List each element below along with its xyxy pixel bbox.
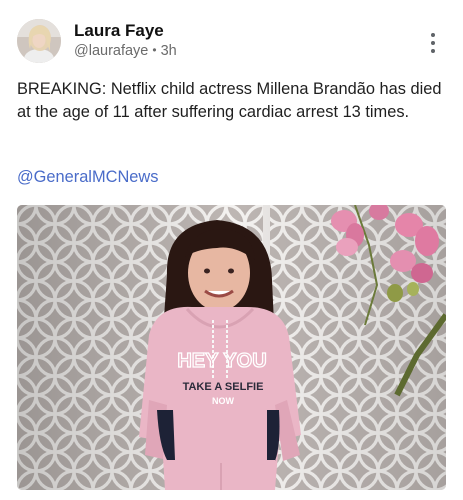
- post-time[interactable]: 3h: [161, 43, 177, 59]
- mention-link[interactable]: @GeneralMCNews: [17, 168, 158, 187]
- more-vertical-icon-dot: [431, 49, 435, 53]
- meta-separator: •: [152, 43, 157, 57]
- author-meta: @laurafaye • 3h: [74, 43, 177, 59]
- author-name[interactable]: Laura Faye: [74, 21, 164, 41]
- more-options-button[interactable]: [421, 30, 445, 56]
- author-handle[interactable]: @laurafaye: [74, 43, 148, 59]
- post-image[interactable]: HEY YOU TAKE A SELFIE NOW: [17, 205, 446, 490]
- post-text: BREAKING: Netflix child actress Millena …: [17, 80, 442, 121]
- sweater-text-3: NOW: [212, 396, 235, 406]
- more-vertical-icon: [431, 33, 435, 37]
- sweater-text-1: HEY YOU: [177, 350, 266, 372]
- more-vertical-icon-dot: [431, 41, 435, 45]
- social-post: Laura Faye @laurafaye • 3h BREAKING: Netfl…: [0, 0, 463, 500]
- avatar[interactable]: [17, 19, 61, 63]
- sweater-text-2: TAKE A SELFIE: [183, 381, 264, 393]
